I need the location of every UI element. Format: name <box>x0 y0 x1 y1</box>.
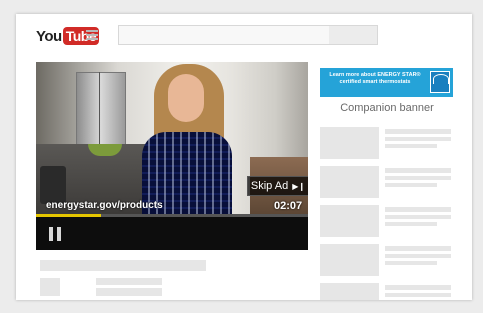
skip-ad-label: Skip Ad <box>250 180 289 192</box>
related-title-placeholder <box>385 285 451 290</box>
kitchen-fridge-graphic <box>76 72 126 154</box>
logo-you-text: You <box>36 27 62 45</box>
related-thumb-placeholder[interactable] <box>320 127 379 159</box>
ad-url-overlay[interactable]: energystar.gov/products <box>46 200 163 211</box>
hamburger-menu-icon[interactable] <box>86 30 98 40</box>
related-thumb-placeholder[interactable] <box>320 166 379 198</box>
related-meta-placeholder <box>385 222 437 226</box>
search-input[interactable] <box>118 25 378 45</box>
related-title-placeholder <box>385 246 451 251</box>
channel-meta-placeholder <box>96 288 162 296</box>
thermostat-box-graphic <box>40 166 66 204</box>
presenter-face <box>168 74 204 122</box>
related-title-placeholder <box>385 129 451 134</box>
pause-icon[interactable] <box>48 227 62 241</box>
related-thumb-placeholder[interactable] <box>320 283 379 300</box>
related-title-placeholder <box>385 207 451 212</box>
related-meta-placeholder <box>385 137 451 141</box>
related-thumb-placeholder[interactable] <box>320 244 379 276</box>
search-button[interactable] <box>329 26 377 44</box>
related-title-placeholder <box>385 168 451 173</box>
video-title-placeholder <box>40 260 206 271</box>
channel-avatar-placeholder <box>40 278 60 296</box>
top-bar: You Tube <box>16 14 472 58</box>
channel-name-placeholder <box>96 278 162 285</box>
ad-time-remaining: 02:07 <box>274 200 303 212</box>
companion-ad-banner[interactable]: Learn more about ENERGY STAR® certified … <box>320 68 453 97</box>
skip-next-icon: ▶❙ <box>292 181 306 191</box>
related-meta-placeholder <box>385 215 451 219</box>
related-meta-placeholder <box>385 144 437 148</box>
related-meta-placeholder <box>385 293 451 297</box>
related-meta-placeholder <box>385 183 437 187</box>
video-player[interactable]: energystar.gov/products Skip Ad ▶❙ 02:07 <box>36 62 308 250</box>
related-meta-placeholder <box>385 254 451 258</box>
energy-star-logo-icon <box>430 71 450 93</box>
related-thumb-placeholder[interactable] <box>320 205 379 237</box>
player-controls <box>36 217 308 250</box>
youtube-page-mockup: You Tube energystar.gov/products Skip Ad… <box>16 14 472 300</box>
related-meta-placeholder <box>385 176 451 180</box>
skip-ad-button[interactable]: Skip Ad ▶❙ <box>247 176 308 196</box>
companion-banner-label: Companion banner <box>340 102 434 114</box>
companion-ad-text: Learn more about ENERGY STAR® certified … <box>329 72 421 85</box>
related-meta-placeholder <box>385 261 437 265</box>
